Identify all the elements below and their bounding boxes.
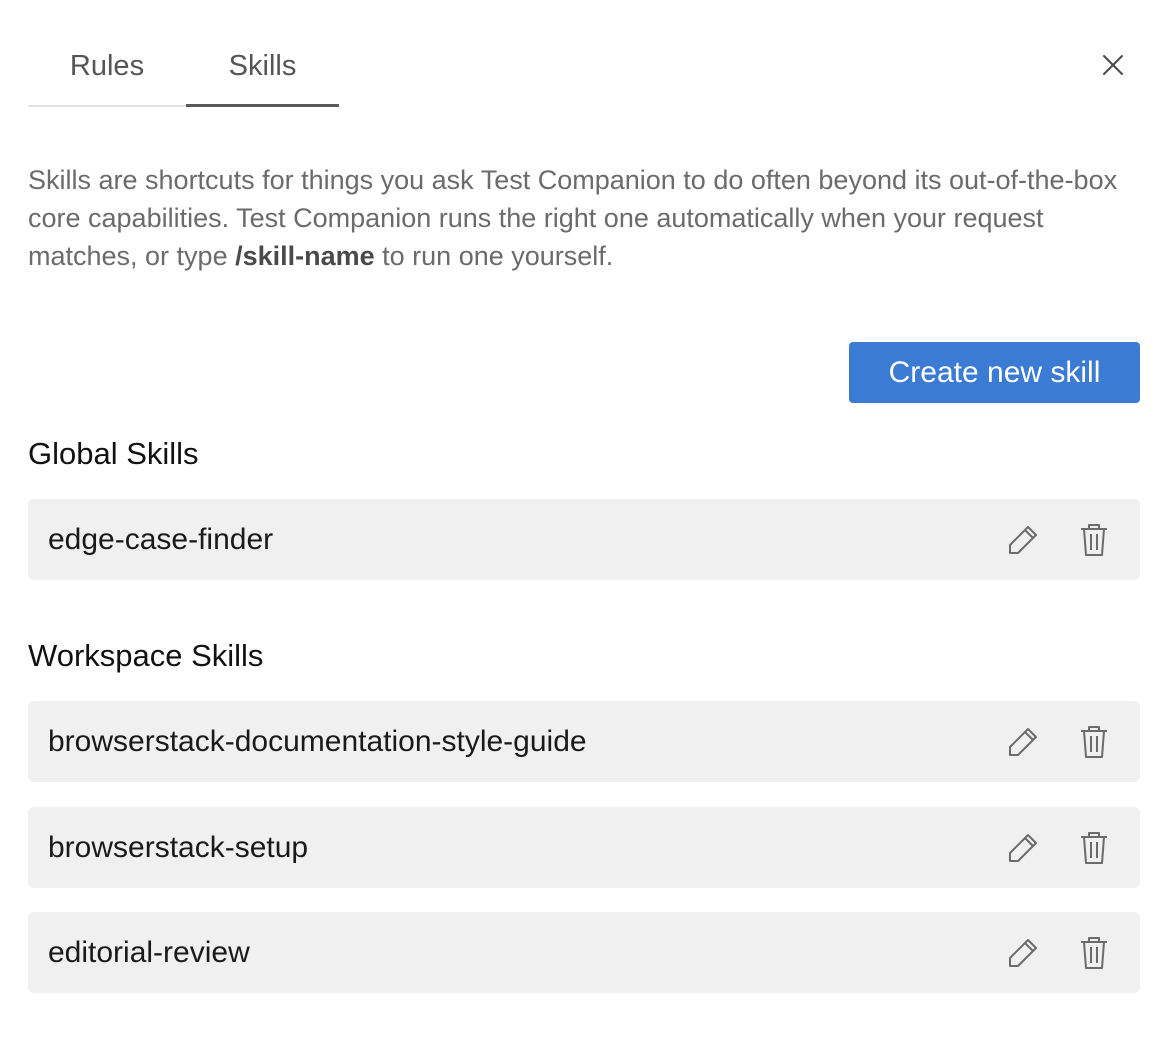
pencil-icon — [1009, 727, 1037, 756]
skill-name: editorial-review — [48, 935, 250, 969]
delete-skill-button[interactable] — [1074, 520, 1114, 560]
tab-rules[interactable]: Rules — [28, 38, 186, 107]
trash-icon — [1081, 936, 1107, 969]
pencil-icon — [1009, 938, 1037, 967]
skill-name: browserstack-documentation-style-guide — [48, 724, 587, 758]
skill-row[interactable]: editorial-review — [28, 912, 1140, 993]
skill-name: edge-case-finder — [48, 522, 274, 556]
edit-skill-button[interactable] — [1003, 722, 1043, 762]
skills-description: Skills are shortcuts for things you ask … — [28, 161, 1140, 275]
skills-panel: Rules Skills Skills are shortcuts for th… — [0, 0, 1164, 1042]
skill-row[interactable]: edge-case-finder — [28, 499, 1140, 580]
create-new-skill-button[interactable]: Create new skill — [849, 342, 1140, 403]
delete-skill-button[interactable] — [1074, 933, 1114, 973]
skill-row[interactable]: browserstack-setup — [28, 807, 1140, 888]
edit-skill-button[interactable] — [1003, 828, 1043, 868]
pencil-icon — [1009, 525, 1037, 554]
pencil-icon — [1009, 833, 1037, 862]
delete-skill-button[interactable] — [1074, 722, 1114, 762]
tab-rules-label: Rules — [69, 50, 145, 82]
trash-icon — [1081, 725, 1107, 758]
close-button[interactable] — [1096, 48, 1130, 82]
close-icon — [1103, 55, 1123, 75]
edit-skill-button[interactable] — [1003, 520, 1043, 560]
trash-icon — [1081, 831, 1107, 864]
trash-icon — [1081, 523, 1107, 556]
delete-skill-button[interactable] — [1074, 828, 1114, 868]
tab-skills[interactable]: Skills — [186, 38, 339, 107]
skill-command-hint: /skill-name — [235, 241, 375, 271]
edit-skill-button[interactable] — [1003, 933, 1043, 973]
skill-name: browserstack-setup — [48, 830, 309, 864]
skill-row[interactable]: browserstack-documentation-style-guide — [28, 701, 1140, 782]
workspace-skills-heading: Workspace Skills — [28, 638, 264, 673]
tab-skills-label: Skills — [228, 50, 297, 82]
description-text-end: to run one yourself. — [374, 241, 614, 271]
global-skills-heading: Global Skills — [28, 436, 199, 471]
tab-bar: Rules Skills — [28, 38, 339, 107]
